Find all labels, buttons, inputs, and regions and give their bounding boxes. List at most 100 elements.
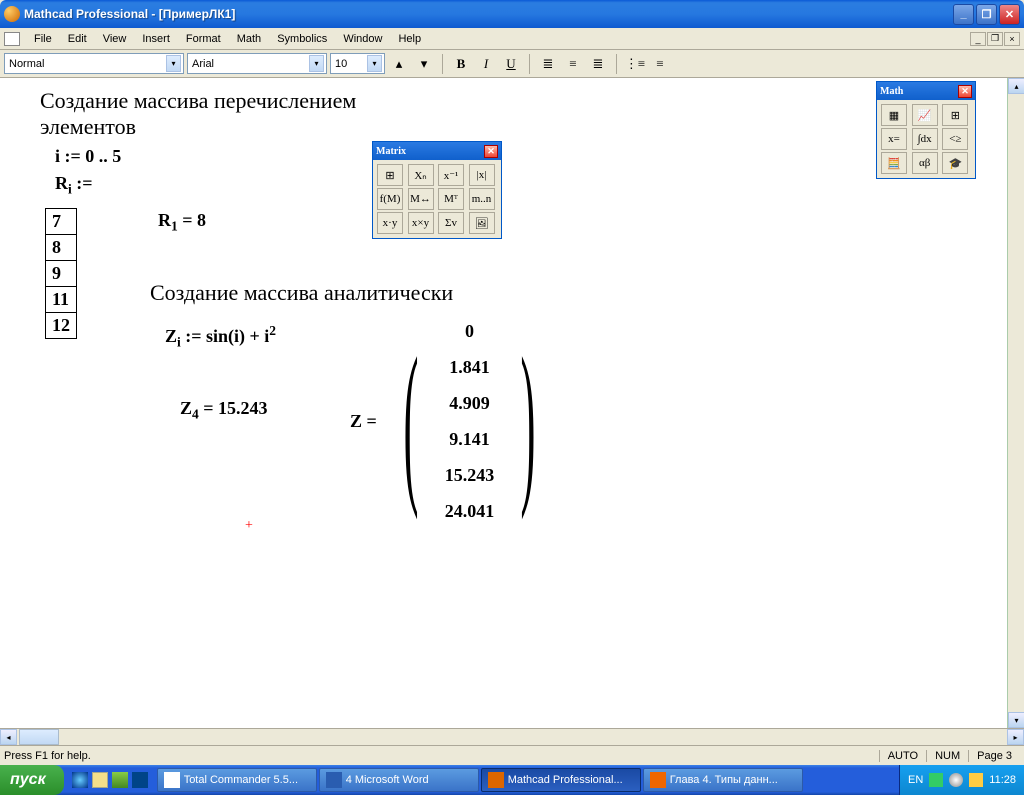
z-vector[interactable]: Z = ( 01.8414.9099.14115.24324.041 ): [350, 313, 558, 529]
mdi-buttons: _ ❐ ×: [970, 32, 1020, 46]
palette-button[interactable]: <≥: [942, 128, 968, 150]
palette-button[interactable]: 🖼: [469, 212, 495, 234]
math-palette-title[interactable]: Math ✕: [877, 82, 975, 100]
menu-window[interactable]: Window: [335, 31, 390, 47]
palette-button[interactable]: x·y: [377, 212, 403, 234]
menu-file[interactable]: File: [26, 31, 60, 47]
bold-button[interactable]: B: [450, 53, 472, 75]
tray-icon[interactable]: [969, 773, 983, 787]
palette-button[interactable]: αβ: [912, 152, 938, 174]
palette-button[interactable]: 🧮: [881, 152, 907, 174]
italic-button[interactable]: I: [475, 53, 497, 75]
palette-button[interactable]: f(M): [377, 188, 403, 210]
desktop-icon[interactable]: [132, 772, 148, 788]
clock[interactable]: 11:28: [989, 774, 1016, 786]
start-button[interactable]: пуск: [0, 765, 64, 795]
ie-icon[interactable]: [72, 772, 88, 788]
close-button[interactable]: ✕: [999, 4, 1020, 25]
align-left-button[interactable]: ≣: [537, 53, 559, 75]
mdi-restore[interactable]: ❐: [987, 32, 1003, 46]
palette-button[interactable]: 📈: [912, 104, 938, 126]
taskbar-task[interactable]: Mathcad Professional...: [481, 768, 641, 792]
maximize-button[interactable]: ❐: [976, 4, 997, 25]
scroll-thumb[interactable]: [19, 729, 59, 745]
align-center-button[interactable]: ≡: [562, 53, 584, 75]
menu-view[interactable]: View: [95, 31, 135, 47]
taskbar-task[interactable]: Глава 4. Типы данн...: [643, 768, 803, 792]
menu-symbolics[interactable]: Symbolics: [269, 31, 335, 47]
mdi-close[interactable]: ×: [1004, 32, 1020, 46]
scroll-left-button[interactable]: ◂: [0, 729, 17, 745]
align-right-button[interactable]: ≣: [587, 53, 609, 75]
heading-2[interactable]: Создание массива аналитически: [150, 280, 453, 306]
z4-result[interactable]: Z4 = 15.243: [180, 398, 268, 423]
palette-button[interactable]: ⊞: [377, 164, 403, 186]
lang-indicator[interactable]: EN: [908, 774, 923, 786]
range-definition[interactable]: i := 0 .. 5: [55, 146, 121, 167]
menu-insert[interactable]: Insert: [134, 31, 178, 47]
font-combo[interactable]: Arial ▾: [187, 53, 327, 74]
menu-help[interactable]: Help: [390, 31, 429, 47]
underline-button[interactable]: U: [500, 53, 522, 75]
palette-button[interactable]: Mᵀ: [438, 188, 464, 210]
r-cell[interactable]: 7: [46, 209, 77, 235]
menu-math[interactable]: Math: [229, 31, 269, 47]
taskbar-task[interactable]: 4 Microsoft Word: [319, 768, 479, 792]
palette-button[interactable]: ⊞: [942, 104, 968, 126]
math-palette[interactable]: Math ✕ ▦📈⊞ x=∫dx<≥ 🧮αβ🎓: [876, 81, 976, 179]
palette-button[interactable]: M↔: [408, 188, 434, 210]
z-definition[interactable]: Zi := sin(i) + i2: [165, 323, 276, 351]
media-icon[interactable]: [112, 772, 128, 788]
heading-1[interactable]: Создание массива перечислением элементов: [40, 88, 410, 140]
scroll-up-button[interactable]: ▴: [1008, 78, 1024, 94]
palette-button[interactable]: Xₙ: [408, 164, 434, 186]
scroll-down-button[interactable]: ▾: [1008, 712, 1024, 728]
scroll-right-button[interactable]: ▸: [1007, 729, 1024, 745]
z-value: 4.909: [445, 385, 495, 421]
palette-button[interactable]: x×y: [408, 212, 434, 234]
size-down-button[interactable]: ▾: [413, 53, 435, 75]
status-num: NUM: [926, 750, 968, 762]
menu-format[interactable]: Format: [178, 31, 229, 47]
palette-button[interactable]: x⁻¹: [438, 164, 464, 186]
app-icon: [4, 6, 20, 22]
numbering-button[interactable]: ≡: [649, 53, 671, 75]
palette-button[interactable]: ▦: [881, 104, 907, 126]
r-cell[interactable]: 9: [46, 261, 77, 287]
horizontal-scrollbar[interactable]: ◂ ▸: [0, 728, 1024, 745]
minimize-button[interactable]: _: [953, 4, 974, 25]
matrix-palette-title[interactable]: Matrix ✕: [373, 142, 501, 160]
system-tray[interactable]: EN 11:28: [899, 765, 1024, 795]
close-icon[interactable]: ✕: [958, 85, 972, 98]
mdi-minimize[interactable]: _: [970, 32, 986, 46]
vertical-scrollbar[interactable]: ▴ ▾: [1007, 78, 1024, 728]
r-table[interactable]: 7891112: [45, 208, 77, 339]
z-value: 0: [445, 313, 495, 349]
palette-button[interactable]: |x|: [469, 164, 495, 186]
taskbar-tasks: Total Commander 5.5...4 Microsoft WordMa…: [156, 768, 804, 792]
tray-icon[interactable]: [949, 773, 963, 787]
matrix-palette[interactable]: Matrix ✕ ⊞Xₙx⁻¹|x| f(M)M↔Mᵀm..n x·yx×yΣv🖼: [372, 141, 502, 239]
bullets-button[interactable]: ⋮≡: [624, 53, 646, 75]
document-icon[interactable]: [4, 32, 20, 46]
palette-button[interactable]: x=: [881, 128, 907, 150]
status-hint: Press F1 for help.: [4, 750, 879, 762]
palette-button[interactable]: Σv: [438, 212, 464, 234]
r-cell[interactable]: 11: [46, 287, 77, 313]
tray-icon[interactable]: [929, 773, 943, 787]
close-icon[interactable]: ✕: [484, 145, 498, 158]
r1-result[interactable]: R1 = 8: [158, 210, 206, 235]
r-cell[interactable]: 12: [46, 313, 77, 339]
size-up-button[interactable]: ▴: [388, 53, 410, 75]
r-assign[interactable]: Ri :=: [55, 173, 93, 198]
palette-button[interactable]: m..n: [469, 188, 495, 210]
r-cell[interactable]: 8: [46, 235, 77, 261]
palette-button[interactable]: ∫dx: [912, 128, 938, 150]
worksheet[interactable]: Создание массива перечислением элементов…: [0, 78, 1024, 728]
explorer-icon[interactable]: [92, 772, 108, 788]
style-combo[interactable]: Normal ▾: [4, 53, 184, 74]
palette-button[interactable]: 🎓: [942, 152, 968, 174]
menu-edit[interactable]: Edit: [60, 31, 95, 47]
size-combo[interactable]: 10 ▾: [330, 53, 385, 74]
taskbar-task[interactable]: Total Commander 5.5...: [157, 768, 317, 792]
